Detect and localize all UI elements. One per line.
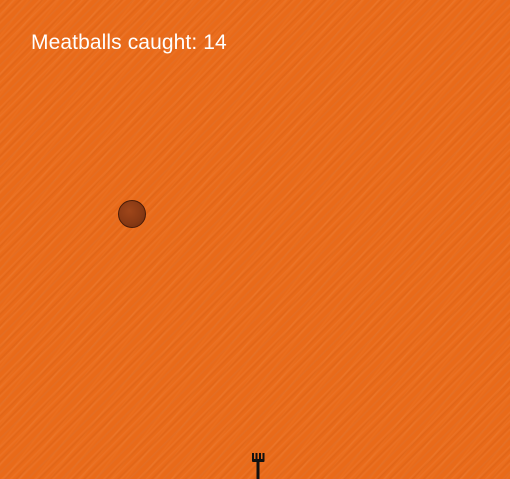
game-canvas[interactable]: Meatballs caught: 14 [0,0,510,479]
falling-meatball [118,200,146,228]
fork-icon[interactable] [249,453,267,479]
score-counter: Meatballs caught: 14 [31,31,227,54]
